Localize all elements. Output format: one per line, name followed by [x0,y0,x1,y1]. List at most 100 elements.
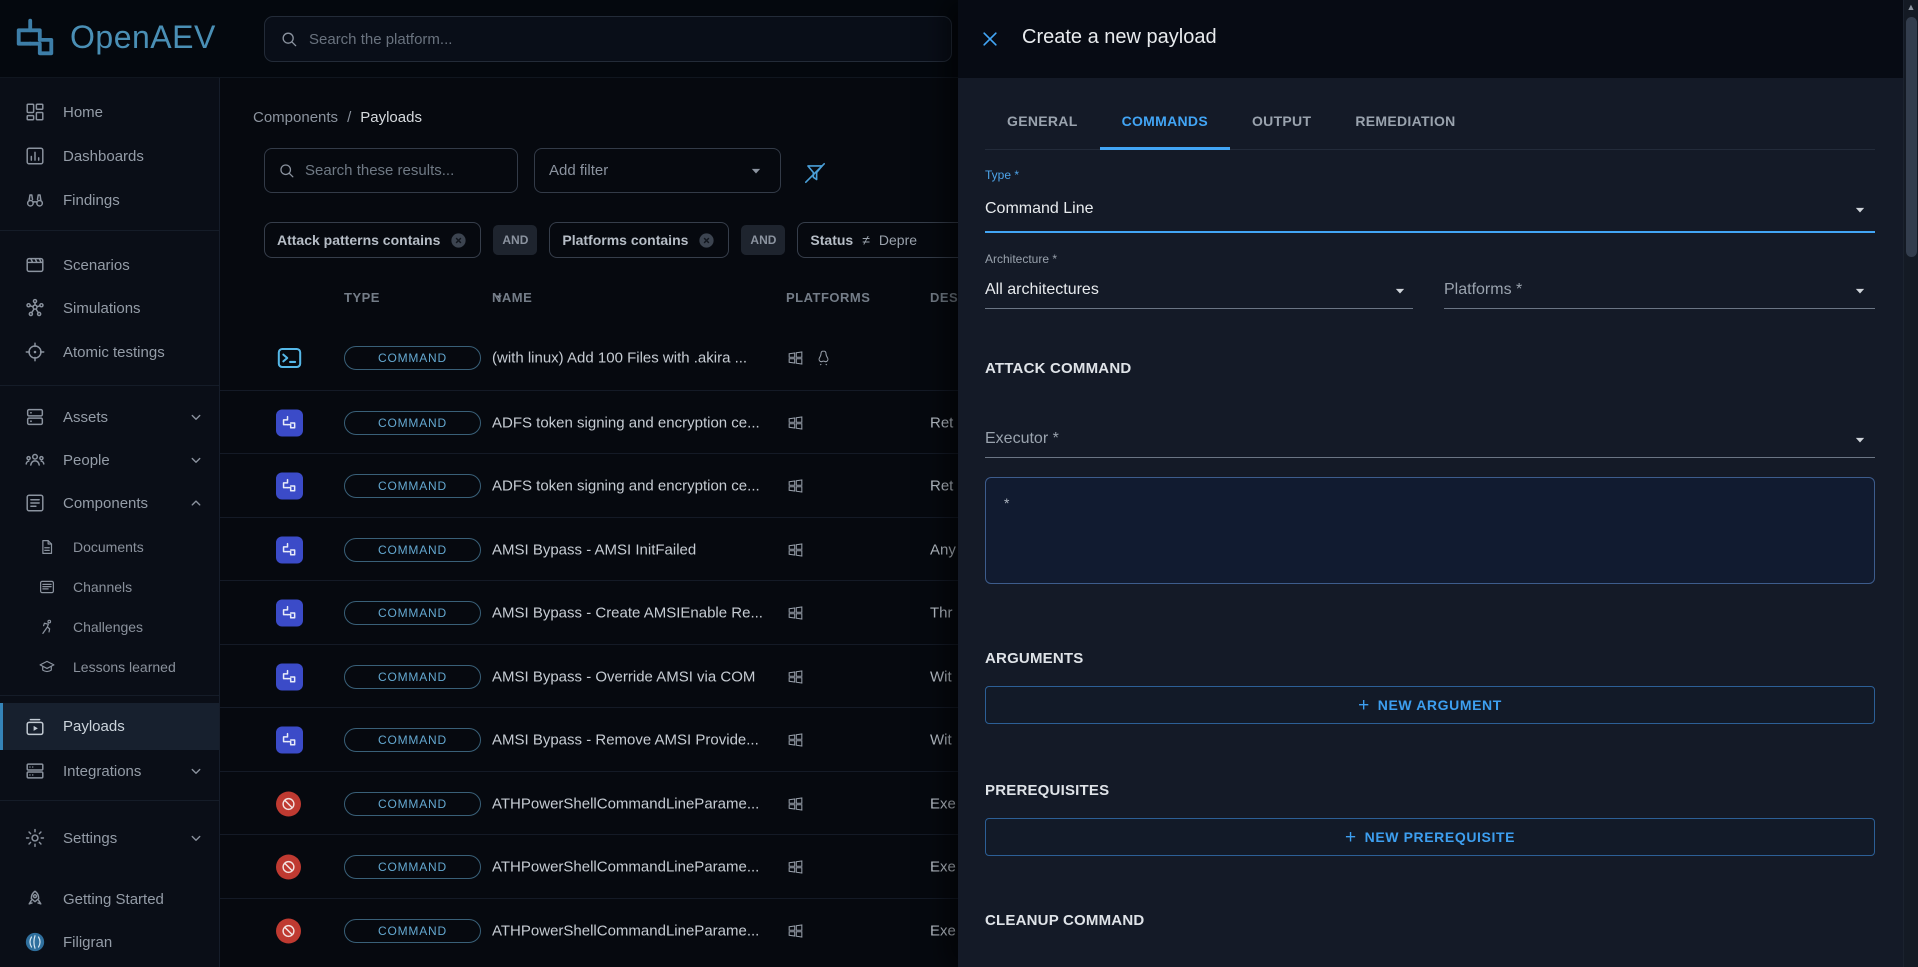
sidebar-item-lessons-learned[interactable]: Lessons learned [0,647,219,687]
breadcrumb-parent[interactable]: Components [253,109,338,126]
column-header-description[interactable]: DES [930,290,958,305]
sidebar-item-label: Channels [73,579,132,595]
payload-name: ADFS token signing and encryption ce... [492,477,760,494]
sidebar-divider [0,230,219,231]
sidebar-item-channels[interactable]: Channels [0,567,219,607]
chevron-down-icon[interactable] [1850,430,1870,450]
payload-logo-icon [276,409,303,436]
results-search[interactable] [264,148,518,193]
chevron-down-icon[interactable] [187,451,205,469]
sidebar-item-scenarios[interactable]: Scenarios [0,245,219,285]
scrollbar-thumb[interactable] [1906,17,1917,257]
article-icon [24,492,46,514]
stack-icon [24,760,46,782]
sidebar-item-findings[interactable]: Findings [0,180,219,220]
chevron-down-icon[interactable] [1850,200,1870,220]
platforms-cell [786,794,805,813]
platforms-cell [786,857,805,876]
sidebar: Home Dashboards Findings Scenarios Simul… [0,78,220,967]
close-icon[interactable] [980,29,1000,49]
payload-logo-icon [276,536,303,563]
sidebar-item-challenges[interactable]: Challenges [0,607,219,647]
sidebar-item-label: Assets [63,409,108,426]
platforms-cell [786,667,805,686]
sidebar-item-people[interactable]: People [0,440,219,480]
plus-icon: + [1358,696,1370,715]
payload-box-icon [24,716,46,738]
new-argument-label: NEW ARGUMENT [1378,697,1502,713]
tab-remediation[interactable]: REMEDIATION [1333,92,1477,149]
add-filter-dropdown[interactable]: Add filter [534,148,781,193]
windows-icon [786,921,805,940]
column-header-name[interactable]: NAME [492,290,506,304]
filter-chip-attack-patterns[interactable]: Attack patterns contains [264,222,481,258]
create-payload-drawer: Create a new payload GENERAL COMMANDS OU… [958,0,1918,967]
sidebar-divider [0,800,219,801]
windows-icon [786,667,805,686]
chevron-down-icon[interactable] [1850,281,1870,301]
sidebar-item-getting-started[interactable]: Getting Started [0,879,219,919]
platforms-cell [786,730,805,749]
sidebar-item-dashboards[interactable]: Dashboards [0,136,219,176]
type-field-label: Type * [985,168,1019,182]
type-select-value[interactable]: Command Line [985,200,1094,218]
payload-logo-icon [276,472,303,499]
terminal-icon [276,345,303,372]
windows-icon [786,476,805,495]
sidebar-item-label: Scenarios [63,257,130,274]
breadcrumb-separator: / [347,109,351,126]
sidebar-item-atomic-testings[interactable]: Atomic testings [0,332,219,372]
sidebar-item-components[interactable]: Components [0,483,219,523]
attack-command-editor[interactable]: * [985,477,1875,584]
new-prerequisite-button[interactable]: + NEW PREREQUISITE [985,818,1875,856]
sidebar-item-settings[interactable]: Settings [0,818,219,858]
global-search-input[interactable] [309,31,937,48]
scrollbar[interactable]: ▲ [1903,0,1918,967]
clear-filters-icon[interactable] [802,160,828,186]
tab-commands[interactable]: COMMANDS [1100,92,1230,149]
filter-chip-status[interactable]: Status ≠ Depre [797,222,977,258]
sidebar-item-assets[interactable]: Assets [0,397,219,437]
sidebar-item-label: Filigran [63,934,112,951]
chevron-down-icon[interactable] [1390,281,1410,301]
global-search[interactable] [264,16,952,62]
results-search-input[interactable] [305,162,505,179]
payload-description: Exe [930,858,956,875]
filter-chip-operator: ≠ [862,232,870,248]
tab-output[interactable]: OUTPUT [1230,92,1333,149]
scroll-up-icon[interactable]: ▲ [1904,2,1918,12]
executor-select-label[interactable]: Executor * [985,430,1059,448]
chevron-up-icon[interactable] [187,494,205,512]
remove-filter-icon[interactable] [449,231,468,250]
sidebar-divider [0,385,219,386]
sidebar-item-simulations[interactable]: Simulations [0,288,219,328]
type-badge: COMMAND [344,538,481,562]
filter-chip-platforms[interactable]: Platforms contains [549,222,729,258]
windows-icon [786,730,805,749]
sidebar-item-integrations[interactable]: Integrations [0,751,219,791]
architecture-select-underline [985,308,1413,309]
type-badge: COMMAND [344,601,481,625]
remove-filter-icon[interactable] [697,231,716,250]
chevron-down-icon[interactable] [187,408,205,426]
sidebar-item-home[interactable]: Home [0,92,219,132]
chevron-down-icon[interactable] [187,829,205,847]
sidebar-item-label: Challenges [73,619,143,635]
column-header-platforms[interactable]: PLATFORMS [786,290,870,305]
chevron-down-icon[interactable] [187,762,205,780]
new-argument-button[interactable]: + NEW ARGUMENT [985,686,1875,724]
platforms-select-label[interactable]: Platforms * [1444,281,1522,299]
app-logo[interactable]: OpenAEV [12,14,216,60]
column-header-type[interactable]: TYPE [344,290,380,305]
payload-logo-icon [276,726,303,753]
server-icon [24,406,46,428]
sidebar-item-filigran[interactable]: Filigran [0,922,219,962]
architecture-select-value[interactable]: All architectures [985,281,1099,299]
editor-placeholder: * [1004,495,1009,511]
sidebar-item-documents[interactable]: Documents [0,527,219,567]
sidebar-item-payloads[interactable]: Payloads [0,703,219,750]
payload-name: ADFS token signing and encryption ce... [492,414,760,431]
payload-description: Ret [930,477,953,494]
tab-general[interactable]: GENERAL [985,92,1100,149]
platforms-cell [786,921,805,940]
